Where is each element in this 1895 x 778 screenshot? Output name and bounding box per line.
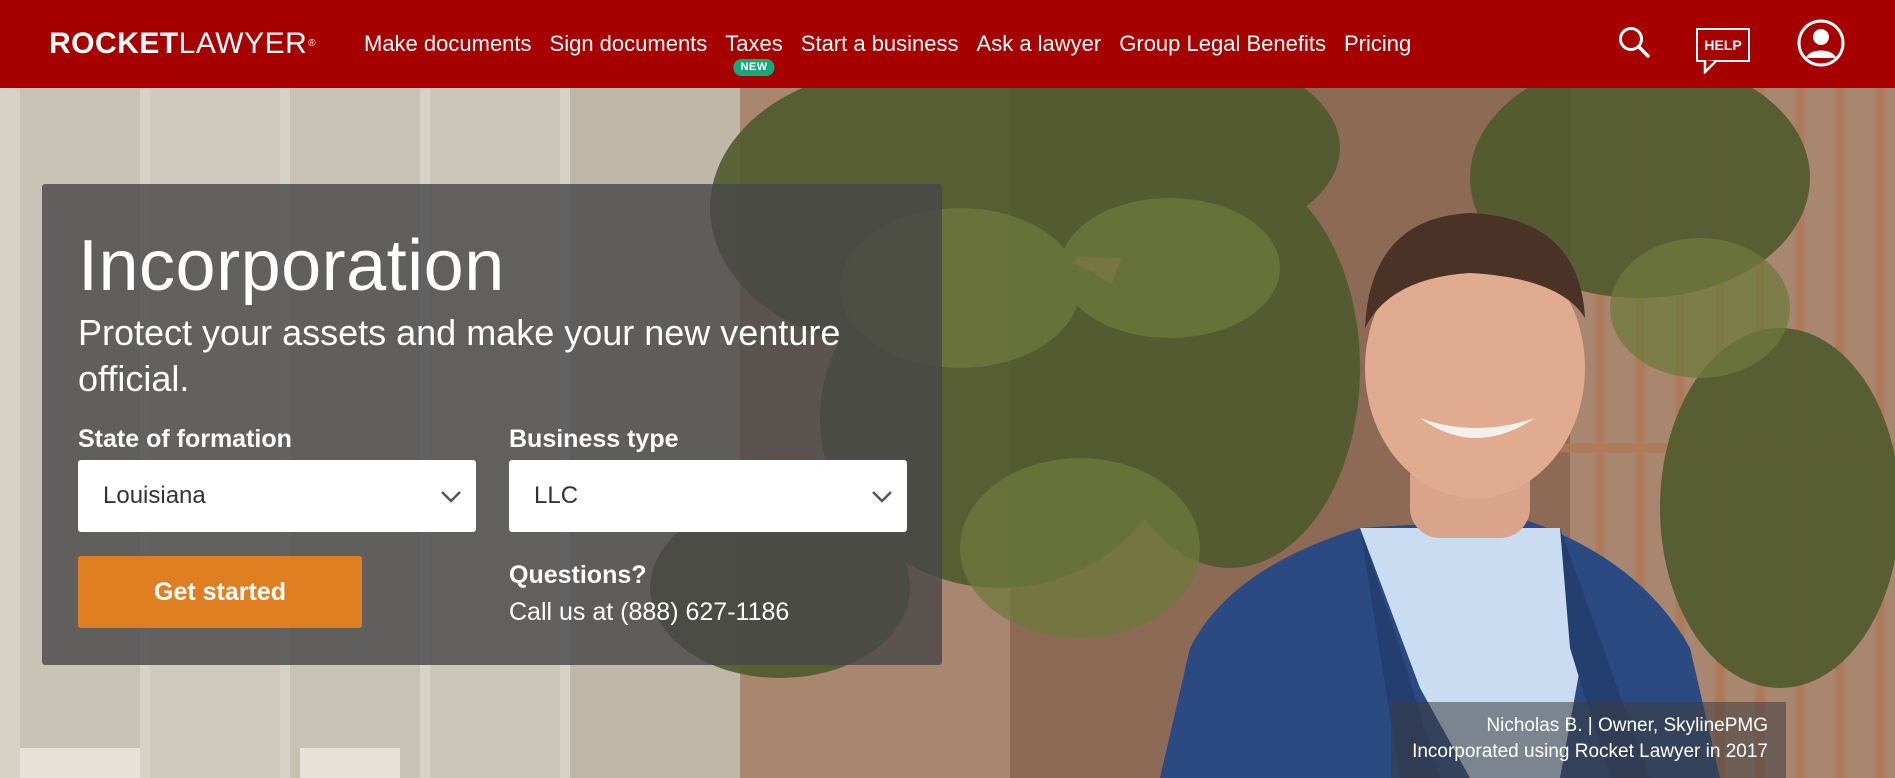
nav-item-pricing[interactable]: Pricing	[1344, 31, 1411, 57]
main-nav: Make documents Sign documents Taxes NEW …	[364, 0, 1429, 88]
nav-item-ask-a-lawyer[interactable]: Ask a lawyer	[977, 31, 1102, 57]
search-button[interactable]	[1617, 25, 1653, 61]
speech-bubble-tail-icon	[1703, 60, 1717, 74]
business-type-select[interactable]: LLC	[509, 460, 907, 532]
questions-heading: Questions?	[509, 561, 647, 589]
nav-item-taxes[interactable]: Taxes NEW	[725, 31, 783, 76]
business-type-value: LLC	[534, 482, 579, 509]
nav-item-taxes-label: Taxes	[725, 31, 783, 56]
nav-item-group-legal-benefits[interactable]: Group Legal Benefits	[1119, 31, 1326, 57]
business-type-label: Business type	[509, 425, 679, 453]
state-of-formation-select[interactable]: Louisiana	[78, 460, 476, 532]
page-subtitle: Protect your assets and make your new ve…	[78, 312, 841, 399]
phone-number-link[interactable]: (888) 627-1186	[620, 598, 789, 626]
phone-prefix: Call us at	[509, 598, 621, 626]
nav-item-start-a-business[interactable]: Start a business	[801, 31, 959, 57]
chevron-down-icon	[441, 491, 461, 503]
help-label: HELP	[1696, 28, 1750, 62]
top-navigation-bar: ROCKETLAWYER® Make documents Sign docume…	[0, 0, 1895, 88]
registered-mark: ®	[308, 38, 317, 49]
state-of-formation-value: Louisiana	[103, 482, 206, 509]
chevron-down-icon	[872, 491, 892, 503]
logo-text-bold: ROCKET	[49, 27, 179, 60]
search-icon	[1619, 27, 1650, 58]
state-of-formation-label: State of formation	[78, 425, 292, 453]
caption-name: Nicholas B. | Owner, SkylinePMG	[1486, 715, 1768, 736]
get-started-button[interactable]: Get started	[78, 556, 362, 628]
new-badge: NEW	[733, 59, 775, 76]
user-account-icon	[1797, 19, 1845, 67]
page-title: Incorporation	[78, 226, 505, 306]
logo-text-light: LAWYER	[178, 27, 308, 60]
caption-detail: Incorporated using Rocket Lawyer in 2017	[1412, 741, 1768, 762]
nav-item-make-documents[interactable]: Make documents	[364, 31, 532, 57]
nav-item-sign-documents[interactable]: Sign documents	[550, 31, 708, 57]
phone-line: Call us at (888) 627-1186	[509, 596, 789, 628]
incorporation-form-card: Incorporation Protect your assets and ma…	[42, 184, 942, 665]
rocket-lawyer-logo[interactable]: ROCKETLAWYER®	[49, 27, 316, 61]
testimonial-caption: Nicholas B. | Owner, SkylinePMG Incorpor…	[1391, 702, 1786, 778]
account-button[interactable]	[1797, 19, 1845, 67]
help-button[interactable]: HELP	[1694, 26, 1754, 74]
